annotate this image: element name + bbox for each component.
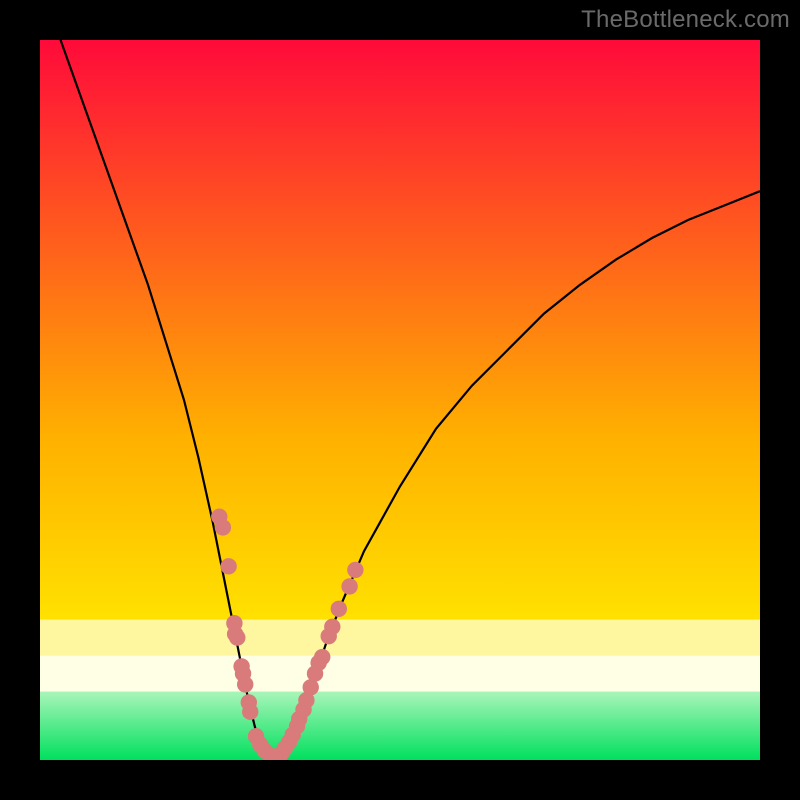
green-band bbox=[40, 692, 760, 760]
scatter-dot bbox=[331, 601, 347, 617]
plot-area bbox=[40, 40, 760, 760]
scatter-dot bbox=[314, 649, 330, 665]
watermark-text: TheBottleneck.com bbox=[581, 6, 790, 34]
bottleneck-chart bbox=[40, 40, 760, 760]
scatter-dot bbox=[341, 578, 357, 594]
pale-yellow-band bbox=[40, 620, 760, 656]
chart-frame: TheBottleneck.com bbox=[0, 0, 800, 800]
scatter-dot bbox=[229, 629, 245, 645]
scatter-dot bbox=[347, 562, 363, 578]
scatter-dot bbox=[215, 519, 231, 535]
scatter-dot bbox=[242, 704, 258, 720]
off-white-band bbox=[40, 656, 760, 692]
scatter-dot bbox=[220, 558, 236, 574]
scatter-dot bbox=[237, 676, 253, 692]
scatter-dot bbox=[324, 619, 340, 635]
